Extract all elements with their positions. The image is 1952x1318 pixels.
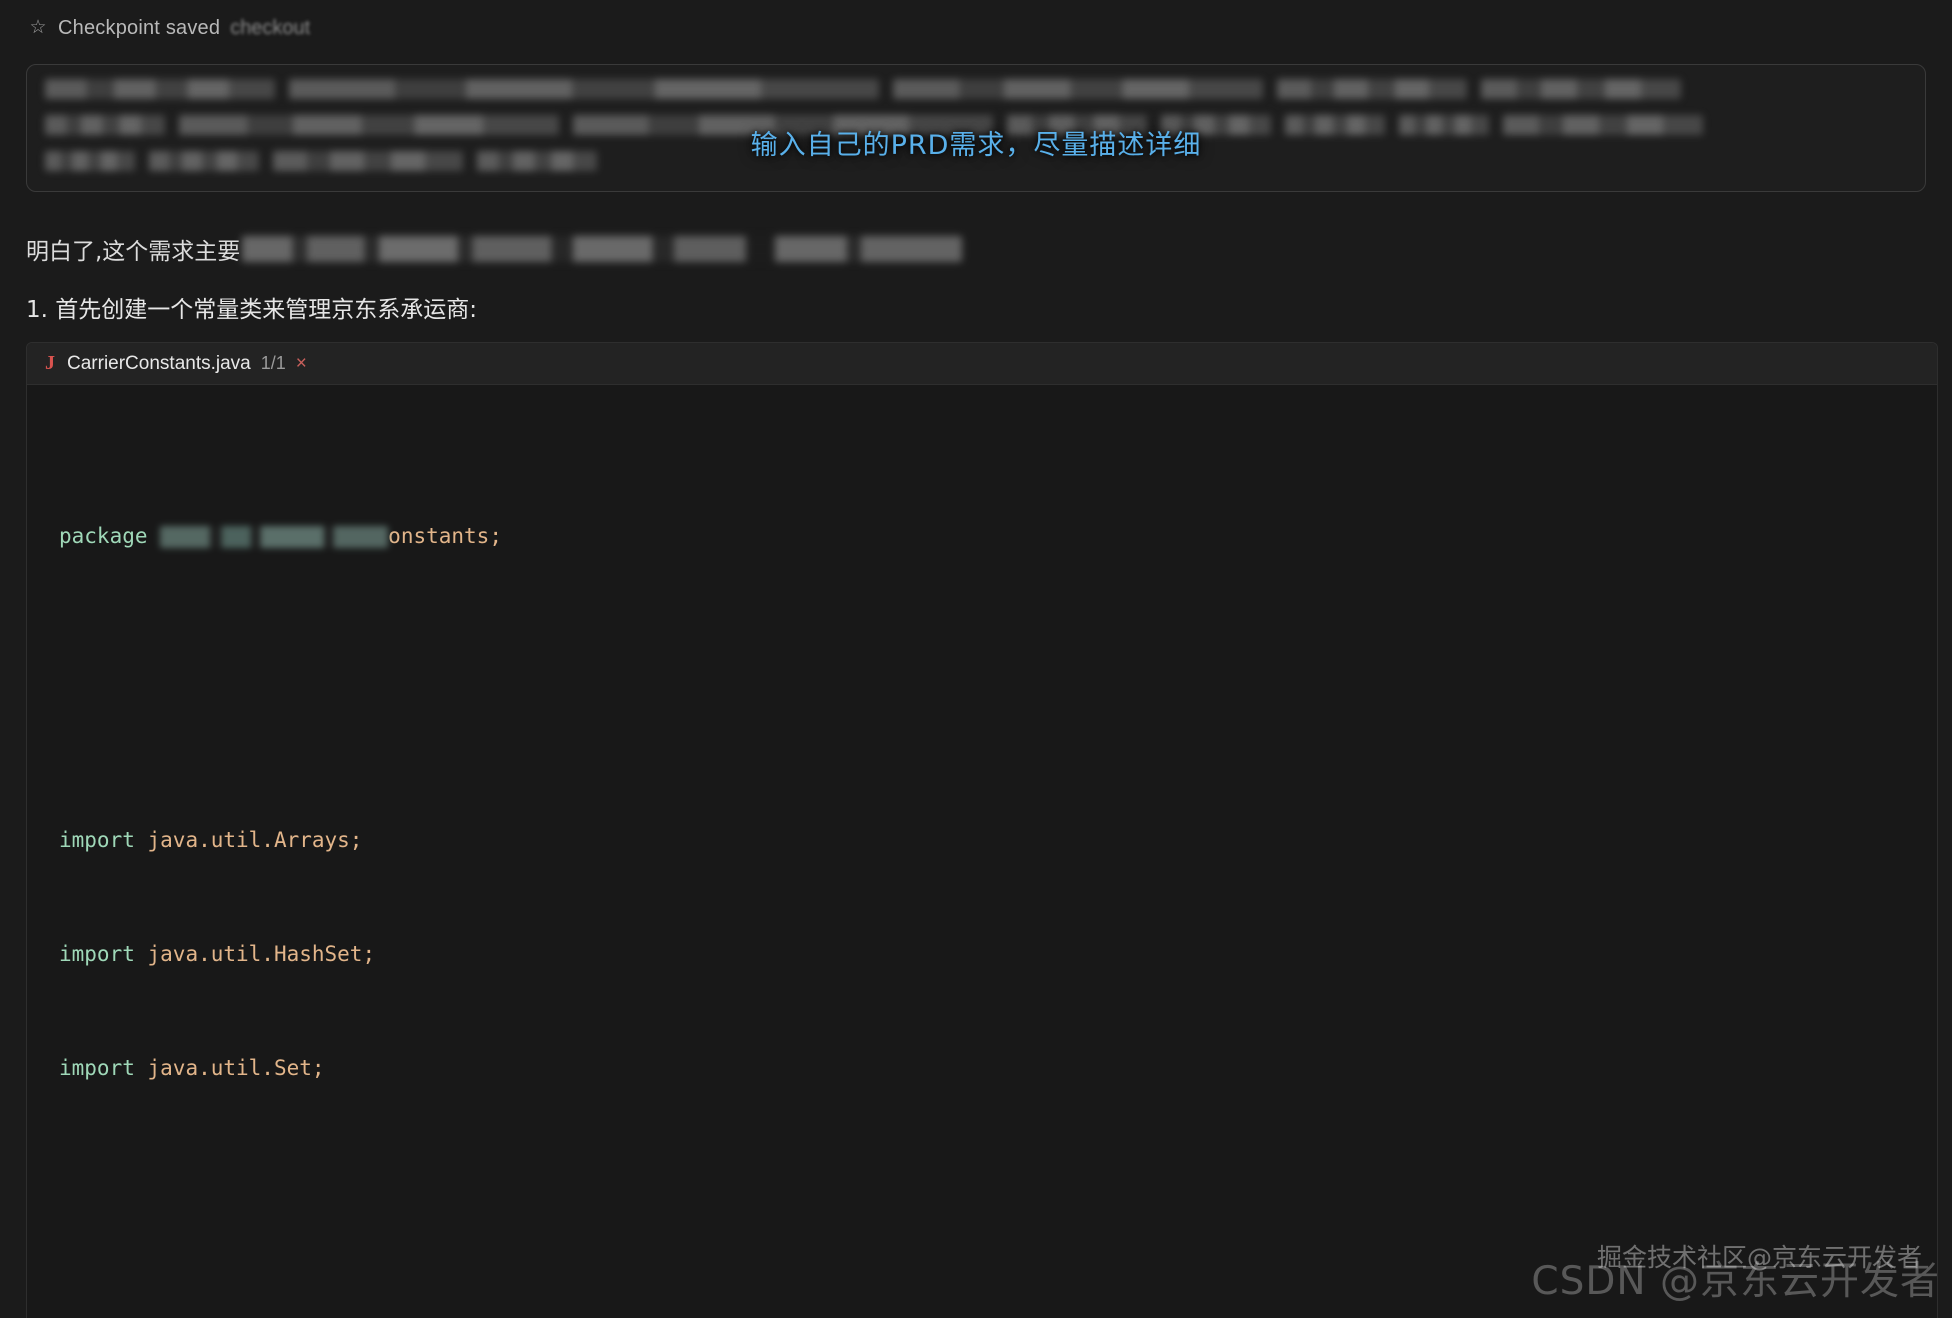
code-tab-filename[interactable]: CarrierConstants.java [67,353,251,375]
code-card: J CarrierConstants.java 1/1 × package on… [26,342,1938,1318]
token-package-tail: onstants; [388,524,502,548]
code-line-blank-2 [27,1201,1937,1239]
code-line-import-3: import java.util.Set; [27,1049,1937,1087]
code-tab-count: 1/1 [261,353,286,374]
token-package-keyword: package [59,524,148,548]
assistant-intro-text: 明白了,这个需求主要 [26,232,240,266]
checkpoint-bar: ☆ Checkpoint saved checkout [0,0,1952,56]
checkpoint-sub-label: checkout [230,17,310,40]
close-icon[interactable]: × [296,353,307,375]
code-tab-bar[interactable]: J CarrierConstants.java 1/1 × [27,343,1937,385]
code-line-blank-1 [27,669,1937,707]
assistant-intro-redacted [242,236,962,262]
prompt-panel[interactable]: 输入自己的PRD需求，尽量描述详细 [26,64,1926,192]
java-file-icon: J [43,352,57,375]
star-checkpoint-icon: ☆ [28,18,48,38]
code-line-import-2: import java.util.HashSet; [27,935,1937,973]
prompt-annotation-text: 输入自己的PRD需求，尽量描述详细 [27,123,1925,162]
code-line-import-1: import java.util.Arrays; [27,821,1937,859]
assistant-step-1: 1. 首先创建一个常量类来管理京东系承运商: [26,290,1952,324]
code-line-package: package onstants; [27,517,1937,555]
package-name-redacted [160,526,388,548]
code-editor-body[interactable]: package onstants; import java.util.Array… [27,385,1937,1318]
checkpoint-label: Checkpoint saved [58,17,220,40]
assistant-intro-line: 明白了,这个需求主要 [26,232,1952,266]
